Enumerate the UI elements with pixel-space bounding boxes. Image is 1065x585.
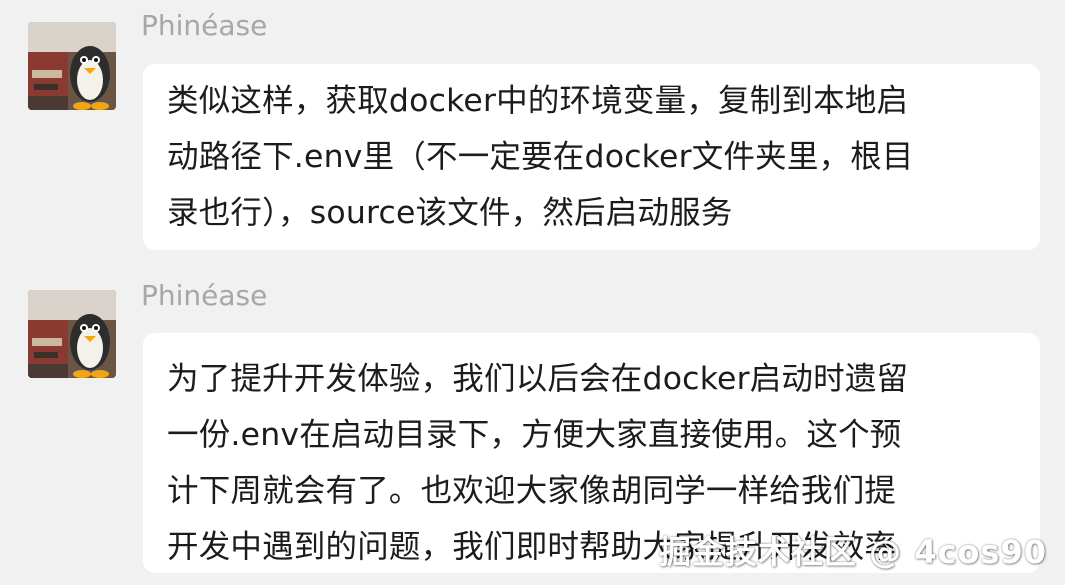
penguin-avatar-icon [28,22,116,110]
message-line: 为了提升开发体验，我们以后会在docker启动时遗留 [167,361,909,397]
penguin-avatar-icon [28,290,116,378]
avatar[interactable] [28,22,116,110]
message-bubble: 类似这样，获取docker中的环境变量，复制到本地启 动路径下.env里（不一定… [143,64,1040,250]
message-line: 一份.env在启动目录下，方便大家直接使用。这个预 [167,417,902,453]
watermark: 掘金技术社区 @ 4cos90 [658,533,1047,571]
avatar[interactable] [28,290,116,378]
sender-name: Phinéase [141,9,268,42]
sender-name: Phinéase [141,279,268,312]
message-line: 计下周就会有了。也欢迎大家像胡同学一样给我们提 [167,473,897,509]
message-line: 类似这样，获取docker中的环境变量，复制到本地启 [167,83,909,119]
message-line: 动路径下.env里（不一定要在docker文件夹里，根目 [167,139,914,175]
message-line: 录也行），source该文件，然后启动服务 [167,195,733,231]
